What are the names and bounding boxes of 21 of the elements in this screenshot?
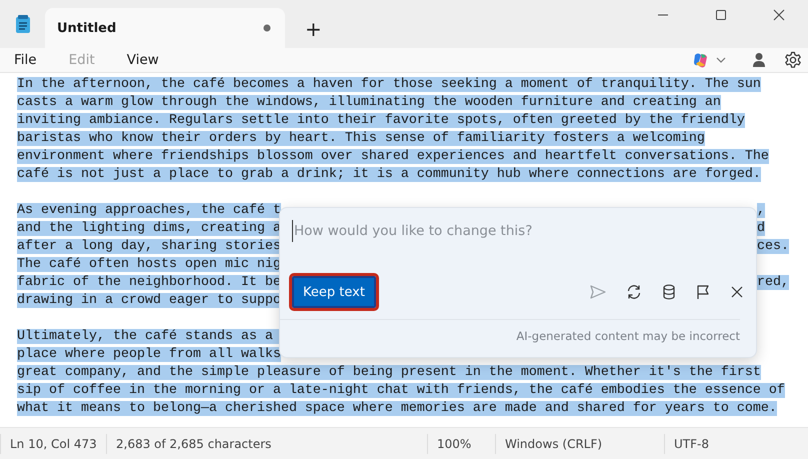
encoding[interactable]: UTF-8 (664, 434, 718, 454)
person-icon[interactable] (752, 52, 766, 68)
copilot-icon[interactable] (692, 51, 710, 69)
menu-item[interactable]: View (116, 52, 169, 68)
stack-icon[interactable] (662, 284, 676, 300)
refresh-icon[interactable] (626, 284, 642, 300)
notepad-icon (14, 14, 32, 34)
settings-icon[interactable] (784, 51, 802, 69)
menu-item[interactable]: File (4, 52, 47, 68)
disclaimer-text: AI-generated content may be incorrect (516, 329, 740, 343)
keep-text-button[interactable]: Keep text (292, 276, 376, 308)
flag-icon[interactable] (696, 284, 710, 300)
line-ending[interactable]: Windows (CRLF) (495, 434, 664, 454)
close-icon[interactable] (730, 285, 744, 299)
prompt-field[interactable]: How would you like to change this? (292, 220, 744, 242)
cursor-position: Ln 10, Col 473 (0, 434, 106, 454)
document-tab[interactable]: Untitled (45, 8, 285, 48)
zoom-level[interactable]: 100% (427, 434, 495, 454)
character-count: 2,683 of 2,685 characters (106, 434, 427, 454)
new-tab-button[interactable]: + (301, 18, 326, 40)
chevron-down-icon[interactable] (716, 55, 726, 65)
